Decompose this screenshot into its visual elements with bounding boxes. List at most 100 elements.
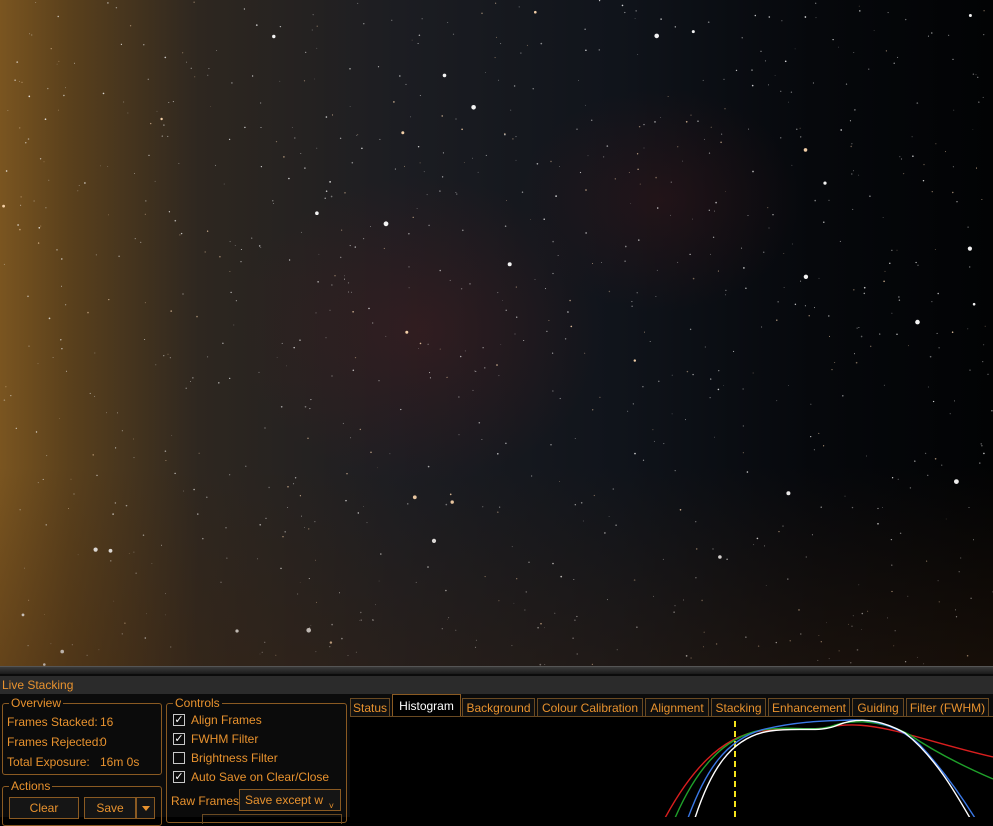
stacked-image-viewer[interactable] [0, 0, 993, 666]
star [639, 183, 641, 185]
star [915, 319, 920, 325]
star [866, 455, 867, 457]
star [312, 14, 314, 16]
star [108, 214, 109, 216]
star [352, 311, 354, 313]
star [712, 548, 714, 550]
tab-stacking[interactable]: Stacking [711, 698, 766, 716]
star [848, 623, 849, 625]
align-frames-check[interactable]: ✓ [173, 714, 185, 726]
star [637, 168, 639, 171]
star [272, 200, 274, 202]
star [410, 116, 412, 118]
star [544, 288, 547, 290]
frames-rejected-label: Frames Rejected: [7, 735, 102, 749]
clear-button[interactable]: Clear [9, 797, 79, 819]
star [860, 335, 863, 338]
star [898, 296, 900, 298]
star [643, 123, 645, 126]
star [796, 128, 798, 130]
star [380, 553, 382, 555]
tab-status[interactable]: Status [350, 698, 390, 716]
star [24, 567, 26, 569]
star [27, 644, 29, 647]
star [516, 316, 518, 318]
save-button[interactable]: Save [84, 797, 136, 819]
star [192, 377, 194, 379]
controls-legend: Controls [173, 696, 222, 710]
star [967, 226, 969, 228]
star [850, 662, 852, 664]
star [418, 348, 419, 350]
star [504, 225, 507, 227]
star [907, 595, 909, 597]
star [174, 472, 176, 475]
fwhm-filter-check[interactable]: ✓ [173, 733, 185, 745]
star [908, 345, 909, 347]
star [134, 173, 136, 175]
star [673, 611, 675, 613]
star [777, 301, 779, 303]
star [226, 557, 228, 559]
star [723, 78, 725, 81]
tab-alignment[interactable]: Alignment [645, 698, 709, 716]
star [823, 445, 825, 447]
star [10, 394, 12, 397]
star [35, 2, 37, 3]
star [309, 408, 311, 410]
star [506, 200, 507, 201]
star [291, 127, 293, 128]
star [89, 392, 91, 394]
overview-group: Overview Frames Stacked: 16 Frames Rejec… [2, 696, 162, 775]
star [780, 137, 782, 139]
star [635, 10, 637, 12]
star [887, 12, 889, 14]
star [461, 128, 463, 131]
star [671, 413, 673, 415]
tab-histogram[interactable]: Histogram [392, 694, 461, 717]
star [275, 141, 278, 143]
star [751, 69, 753, 71]
star [65, 304, 67, 306]
star [71, 644, 73, 646]
star [398, 75, 401, 77]
secondary-field[interactable] [202, 814, 342, 824]
star [442, 73, 447, 78]
star [923, 663, 925, 665]
star [52, 357, 54, 358]
tab-enhancement[interactable]: Enhancement [768, 698, 850, 716]
panel-splitter[interactable] [0, 666, 993, 674]
star [800, 280, 802, 282]
star [37, 482, 39, 484]
star [927, 35, 929, 37]
star [584, 104, 586, 106]
star [967, 246, 973, 251]
brightness-filter-check[interactable] [173, 752, 185, 764]
star [150, 122, 152, 125]
star [102, 92, 105, 95]
star [415, 581, 417, 583]
star [742, 452, 744, 454]
star [572, 637, 574, 640]
tab-guiding[interactable]: Guiding [852, 698, 904, 716]
tab-filter-fwhm[interactable]: Filter (FWHM) [906, 698, 989, 716]
star [178, 163, 180, 164]
tab-background[interactable]: Background [462, 698, 535, 716]
star [598, 0, 601, 2]
star [537, 626, 539, 629]
controls-group: Controls ✓ Align Frames ✓ FWHM Filter Br… [166, 696, 347, 824]
histogram-plot[interactable] [350, 716, 993, 817]
star [164, 450, 167, 452]
save-options-dropdown[interactable] [136, 797, 155, 819]
star [293, 346, 295, 349]
star [284, 531, 286, 533]
star [660, 18, 662, 20]
star [981, 445, 983, 447]
raw-frames-select[interactable]: Save except w ˅ [239, 789, 341, 811]
star [146, 613, 147, 615]
auto-save-check[interactable]: ✓ [173, 771, 185, 783]
star [741, 37, 743, 39]
star [704, 346, 706, 348]
auto-save-label: Auto Save on Clear/Close [191, 770, 330, 784]
tab-colour-calibration[interactable]: Colour Calibration [537, 698, 643, 716]
